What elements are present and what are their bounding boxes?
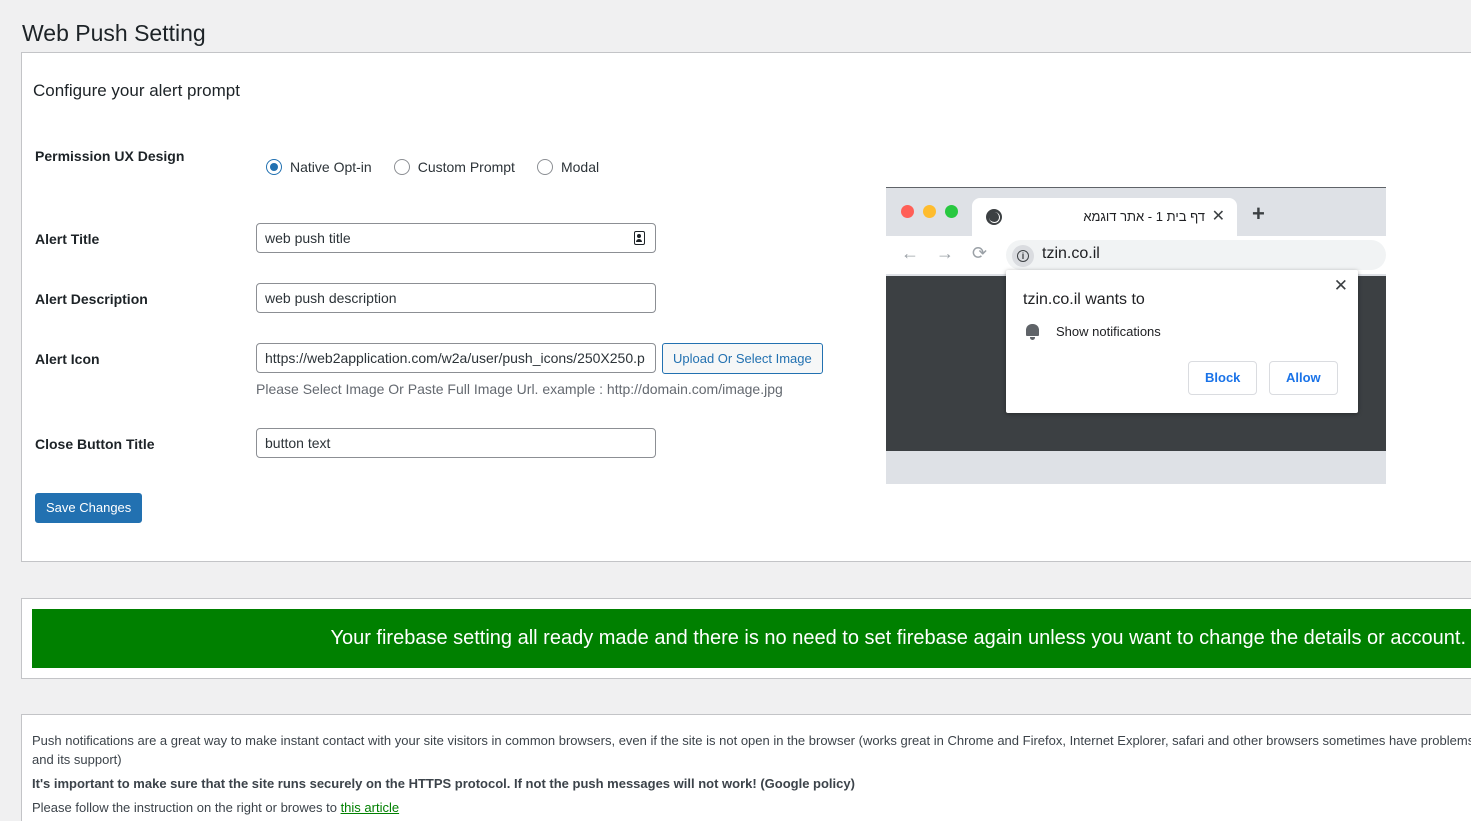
info-instructions-text: Please follow the instruction on the rig… bbox=[32, 800, 341, 815]
radio-custom-prompt[interactable]: Custom Prompt bbox=[393, 159, 515, 175]
info-instructions: Please follow the instruction on the rig… bbox=[32, 798, 399, 817]
alert-description-value: web push description bbox=[265, 290, 397, 306]
page-title: Web Push Setting bbox=[22, 20, 206, 46]
info-https-warning: It's important to make sure that the sit… bbox=[32, 776, 855, 791]
browser-toolbar: ← → ⟳ i tzin.co.il bbox=[886, 236, 1386, 274]
alert-icon-help: Please Select Image Or Paste Full Image … bbox=[256, 381, 783, 397]
browser-tab: דף בית 1 - אתר דוגמא ✕ bbox=[972, 198, 1237, 236]
close-button-title-input[interactable]: button text bbox=[256, 428, 656, 458]
alert-description-label: Alert Description bbox=[35, 291, 148, 307]
forward-arrow-icon: → bbox=[936, 243, 954, 263]
radio-modal-label: Modal bbox=[560, 159, 600, 175]
this-article-link[interactable]: this article bbox=[341, 800, 400, 815]
permission-ux-label: Permission UX Design bbox=[35, 148, 185, 164]
alert-icon-url-input[interactable]: https://web2application.com/w2a/user/pus… bbox=[256, 343, 656, 373]
contact-card-icon[interactable] bbox=[634, 231, 645, 245]
settings-panel: Configure your alert prompt Permission U… bbox=[21, 52, 1471, 562]
radio-native-opt-in[interactable]: Native Opt-in bbox=[266, 159, 372, 175]
globe-icon bbox=[986, 209, 1002, 225]
tab-close-icon: ✕ bbox=[1211, 208, 1225, 225]
alert-title-input[interactable]: web push title bbox=[256, 223, 656, 253]
popup-block-button: Block bbox=[1188, 361, 1258, 395]
popup-permission-text: Show notifications bbox=[1056, 324, 1161, 339]
permission-radio-group: Native Opt-in Custom Prompt Modal bbox=[266, 159, 621, 175]
notification-permission-popup: ✕ tzin.co.il wants to Show notifications… bbox=[1006, 270, 1358, 413]
address-bar: i tzin.co.il bbox=[1006, 240, 1386, 270]
radio-custom-prompt-label: Custom Prompt bbox=[417, 159, 515, 175]
save-changes-button[interactable]: Save Changes bbox=[35, 493, 143, 523]
radio-custom-prompt-control[interactable] bbox=[393, 159, 410, 175]
alert-title-label: Alert Title bbox=[35, 231, 100, 247]
tab-title: דף בית 1 - אתר דוגמא bbox=[1083, 209, 1205, 224]
section-heading: Configure your alert prompt bbox=[33, 81, 240, 100]
radio-native-opt-in-label: Native Opt-in bbox=[290, 159, 372, 175]
browser-preview: דף בית 1 - אתר דוגמא ✕ + ← → ⟳ i tzin.co… bbox=[886, 187, 1386, 484]
minimize-dot-icon bbox=[923, 205, 936, 218]
close-dot-icon bbox=[901, 205, 914, 218]
firebase-notice-panel: Your firebase setting all ready made and… bbox=[21, 598, 1471, 679]
reload-icon: ⟳ bbox=[972, 243, 988, 263]
alert-icon-url-value: https://web2application.com/w2a/user/pus… bbox=[265, 350, 645, 366]
upload-image-button[interactable]: Upload Or Select Image bbox=[662, 343, 823, 374]
info-paragraph-1-cont: and its support) bbox=[32, 752, 122, 767]
alert-title-value: web push title bbox=[265, 230, 351, 246]
info-icon: i bbox=[1017, 250, 1029, 262]
new-tab-icon: + bbox=[1252, 201, 1265, 226]
close-button-title-label: Close Button Title bbox=[35, 436, 155, 452]
site-info-badge: i bbox=[1012, 245, 1034, 267]
alert-icon-label: Alert Icon bbox=[35, 351, 100, 367]
radio-native-opt-in-control[interactable] bbox=[266, 159, 282, 175]
url-text: tzin.co.il bbox=[1042, 245, 1100, 262]
info-panel: Push notifications are a great way to ma… bbox=[21, 714, 1471, 821]
maximize-dot-icon bbox=[945, 205, 958, 218]
radio-modal-control[interactable] bbox=[536, 159, 553, 175]
popup-close-icon: ✕ bbox=[1333, 276, 1348, 295]
close-button-title-value: button text bbox=[265, 435, 331, 451]
firebase-notice: Your firebase setting all ready made and… bbox=[32, 609, 1471, 668]
popup-allow-button: Allow bbox=[1269, 361, 1338, 395]
back-arrow-icon: ← bbox=[901, 243, 919, 263]
alert-description-input[interactable]: web push description bbox=[256, 283, 656, 313]
bell-icon bbox=[1026, 324, 1039, 340]
info-paragraph-1: Push notifications are a great way to ma… bbox=[32, 733, 1471, 748]
radio-modal[interactable]: Modal bbox=[536, 159, 600, 175]
popup-title: tzin.co.il wants to bbox=[1023, 291, 1145, 308]
